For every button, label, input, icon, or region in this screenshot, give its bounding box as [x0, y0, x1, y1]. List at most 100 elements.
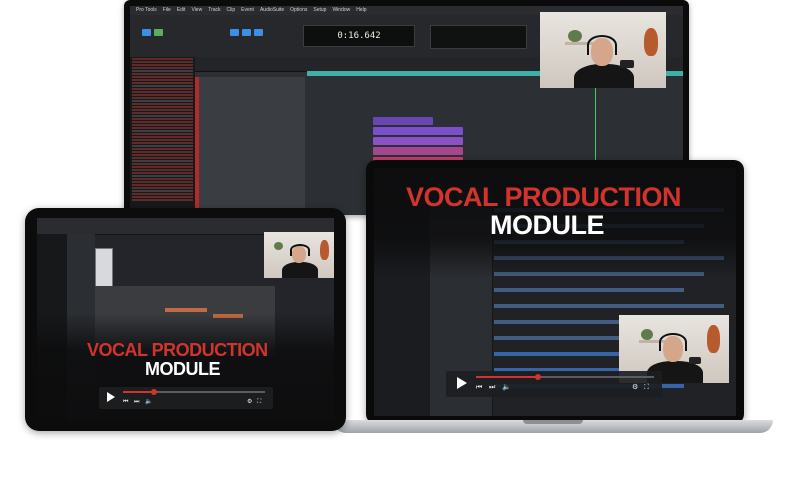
track-list-row[interactable] — [132, 181, 193, 183]
track-list-row[interactable] — [132, 172, 193, 174]
menu-item[interactable]: Edit — [177, 7, 186, 13]
play-button[interactable] — [454, 376, 468, 390]
track-list-row[interactable] — [132, 67, 193, 69]
track-list-row[interactable] — [132, 127, 193, 129]
transport-button[interactable] — [230, 29, 239, 36]
track-header[interactable] — [195, 119, 305, 134]
skip-forward-button[interactable]: ⏭ — [489, 384, 495, 392]
track-list-row[interactable] — [132, 112, 193, 114]
audio-clip[interactable] — [373, 117, 433, 125]
track-list-row[interactable] — [132, 148, 193, 150]
track-list-row[interactable] — [132, 187, 193, 189]
track-list-row[interactable] — [132, 130, 193, 132]
video-title-line2: MODULE — [490, 210, 605, 240]
track-list-row[interactable] — [132, 103, 193, 105]
track-list-row[interactable] — [132, 91, 193, 93]
track-list-row[interactable] — [132, 79, 193, 81]
track-list-row[interactable] — [132, 157, 193, 159]
track-list-row[interactable] — [132, 76, 193, 78]
track-list-row[interactable] — [132, 82, 193, 84]
settings-button[interactable]: ⚙ — [247, 398, 252, 406]
track-list-row[interactable] — [132, 118, 193, 120]
track-list-row[interactable] — [132, 64, 193, 66]
plugin-window — [95, 248, 113, 288]
track-list-row[interactable] — [132, 160, 193, 162]
track-list-row[interactable] — [132, 166, 193, 168]
skip-back-button[interactable]: ⏮ — [476, 384, 482, 392]
volume-button[interactable]: 🔈 — [145, 398, 152, 406]
track-list-row[interactable] — [132, 109, 193, 111]
fullscreen-button[interactable]: ⛶ — [644, 384, 649, 392]
menu-item[interactable]: Pro Tools — [136, 7, 157, 13]
play-icon — [457, 377, 467, 389]
track-header[interactable] — [195, 91, 305, 106]
track-header[interactable] — [195, 189, 305, 204]
fullscreen-icon: ⛶ — [257, 399, 262, 405]
track-header[interactable] — [195, 147, 305, 162]
play-button[interactable] — [105, 391, 117, 403]
track-list-row[interactable] — [132, 163, 193, 165]
track-list-row[interactable] — [132, 58, 193, 60]
track-list-row[interactable] — [132, 142, 193, 144]
transport-button[interactable] — [154, 29, 163, 36]
menu-item[interactable]: Track — [208, 7, 220, 13]
menu-item[interactable]: AudioSuite — [260, 7, 284, 13]
track-list-row[interactable] — [132, 175, 193, 177]
menu-item[interactable]: Help — [356, 7, 366, 13]
menu-item[interactable]: View — [191, 7, 202, 13]
skip-forward-button[interactable]: ⏭ — [134, 398, 139, 406]
progress-bar[interactable] — [476, 374, 654, 380]
fullscreen-button[interactable]: ⛶ — [257, 398, 261, 406]
video-title-line1: VOCAL PRODUCTION — [87, 340, 268, 360]
track-list-row[interactable] — [132, 106, 193, 108]
track-list-row[interactable] — [132, 169, 193, 171]
track-list-row[interactable] — [132, 133, 193, 135]
track-list-row[interactable] — [132, 61, 193, 63]
volume-button[interactable]: 🔈 — [502, 384, 511, 392]
track-list-row[interactable] — [132, 88, 193, 90]
audio-clip[interactable] — [373, 137, 463, 145]
transport-button[interactable] — [242, 29, 251, 36]
track-list-row[interactable] — [132, 73, 193, 75]
track-list-row[interactable] — [132, 178, 193, 180]
volume-icon: 🔈 — [145, 399, 153, 405]
progress-bar[interactable] — [123, 389, 265, 395]
track-list-row[interactable] — [132, 151, 193, 153]
track-list-row[interactable] — [132, 190, 193, 192]
menu-item[interactable]: Setup — [313, 7, 326, 13]
track-header[interactable] — [195, 105, 305, 120]
audio-clip[interactable] — [373, 147, 463, 155]
track-list-row[interactable] — [132, 154, 193, 156]
track-list-row[interactable] — [132, 196, 193, 198]
skip-forward-icon: ⏭ — [489, 384, 496, 391]
track-list-row[interactable] — [132, 121, 193, 123]
track-header[interactable] — [195, 161, 305, 176]
track-list-row[interactable] — [132, 85, 193, 87]
menu-item[interactable]: File — [163, 7, 171, 13]
menu-item[interactable]: Window — [332, 7, 350, 13]
track-list-row[interactable] — [132, 97, 193, 99]
gear-icon: ⚙ — [247, 399, 253, 405]
track-list-row[interactable] — [132, 124, 193, 126]
track-list-row[interactable] — [132, 100, 193, 102]
track-header[interactable] — [195, 175, 305, 190]
track-list-row[interactable] — [132, 184, 193, 186]
track-list-row[interactable] — [132, 139, 193, 141]
track-list-row[interactable] — [132, 145, 193, 147]
menu-item[interactable]: Event — [241, 7, 254, 13]
track-header[interactable] — [195, 133, 305, 148]
skip-back-button[interactable]: ⏮ — [123, 398, 128, 406]
track-list-row[interactable] — [132, 70, 193, 72]
transport-button[interactable] — [142, 29, 151, 36]
settings-button[interactable]: ⚙ — [632, 384, 638, 392]
audio-clip[interactable] — [373, 127, 463, 135]
track-list-row[interactable] — [132, 199, 193, 201]
menu-item[interactable]: Options — [290, 7, 307, 13]
track-list-row[interactable] — [132, 94, 193, 96]
menu-item[interactable]: Clip — [227, 7, 236, 13]
transport-button[interactable] — [254, 29, 263, 36]
track-list-row[interactable] — [132, 193, 193, 195]
track-header[interactable] — [195, 77, 305, 92]
track-list-row[interactable] — [132, 115, 193, 117]
track-list-row[interactable] — [132, 136, 193, 138]
